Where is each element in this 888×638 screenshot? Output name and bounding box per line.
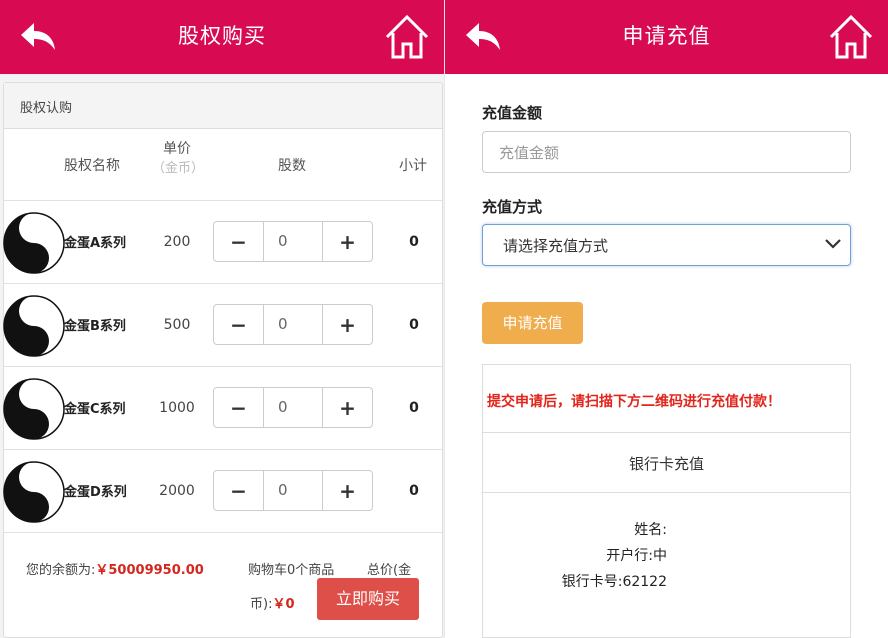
yin-yang-logo-icon (3, 212, 65, 274)
home-icon[interactable] (828, 13, 874, 61)
item-price: 1000 (159, 400, 195, 416)
item-subtotal: 0 (409, 400, 419, 416)
apply-recharge-button[interactable]: 申请充值 (482, 302, 583, 344)
item-name: 金蛋B系列 (64, 319, 126, 334)
item-price: 500 (163, 317, 191, 333)
col-price-unit: （金币） (152, 161, 205, 176)
yin-yang-logo-icon (3, 378, 65, 440)
quantity-stepper: − 0 + (213, 470, 373, 511)
quantity-input[interactable]: 0 (263, 388, 323, 427)
yin-yang-logo-icon (3, 461, 65, 523)
plus-button[interactable]: + (323, 471, 372, 510)
bank-branch: 开户行:中 (606, 548, 667, 564)
total-text: 币):￥0 (250, 593, 295, 612)
minus-button[interactable]: − (214, 471, 263, 510)
equity-purchase-screen: 股权购买 股权认购 股权名称 单价 （金币） 股数 小计 金蛋A系列 200 −… (0, 0, 444, 638)
yin-yang-logo-icon (3, 295, 65, 357)
table-row: 金蛋B系列 500 − 0 + 0 (3, 284, 442, 367)
col-subtotal: 小计 (399, 158, 427, 174)
amount-input[interactable]: 充值金额 (482, 131, 851, 173)
item-name: 金蛋A系列 (64, 236, 127, 251)
cart-count: 购物车0个商品 (248, 563, 335, 578)
total-label-part2: 币): (250, 597, 273, 612)
col-price: 单价 （金币） (152, 139, 205, 179)
plus-button[interactable]: + (323, 388, 372, 427)
item-price: 2000 (159, 483, 195, 499)
item-name: 金蛋C系列 (64, 402, 126, 417)
minus-button[interactable]: − (214, 222, 263, 261)
item-subtotal: 0 (409, 317, 419, 333)
col-qty: 股数 (278, 158, 306, 174)
total-value: ￥0 (272, 597, 295, 612)
equity-card: 股权认购 股权名称 单价 （金币） 股数 小计 金蛋A系列 200 − 0 + (3, 82, 443, 638)
header-bar: 申请充值 (445, 0, 888, 74)
method-label: 充值方式 (482, 198, 543, 216)
bank-card-title: 银行卡充值 (483, 433, 850, 493)
quantity-stepper: − 0 + (213, 304, 373, 345)
card-number: 银行卡号:62122 (561, 574, 667, 590)
recharge-info-box: 提交申请后，请扫描下方二维码进行充值付款！ 银行卡充值 姓名: 开户行:中 银行… (482, 364, 851, 638)
buy-now-button[interactable]: 立即购买 (317, 578, 419, 620)
method-select[interactable]: 请选择充值方式 (482, 224, 851, 266)
col-name: 股权名称 (64, 158, 120, 174)
home-icon[interactable] (384, 13, 430, 61)
page-title: 申请充值 (622, 24, 711, 48)
balance-text: 您的余额为:￥50009950.00 (26, 559, 204, 578)
table-header: 股权名称 单价 （金币） 股数 小计 (4, 129, 442, 201)
account-name: 姓名: (634, 522, 667, 538)
notice-text: 提交申请后，请扫描下方二维码进行充值付款！ (483, 365, 850, 433)
section-title: 股权认购 (4, 83, 442, 129)
cart-footer: 您的余额为:￥50009950.00 购物车0个商品 总价(金 币):￥0 立即… (4, 531, 442, 637)
balance-value: ￥50009950.00 (95, 563, 204, 578)
item-subtotal: 0 (409, 234, 419, 250)
quantity-stepper: − 0 + (213, 221, 373, 262)
amount-label: 充值金额 (482, 104, 543, 122)
balance-label: 您的余额为: (26, 563, 96, 578)
quantity-stepper: − 0 + (213, 387, 373, 428)
page-title: 股权购买 (178, 24, 266, 48)
chevron-down-icon (825, 239, 841, 249)
quantity-input[interactable]: 0 (263, 471, 323, 510)
header-bar: 股权购买 (0, 0, 444, 74)
table-row: 金蛋D系列 2000 − 0 + 0 (3, 450, 442, 533)
minus-button[interactable]: − (214, 305, 263, 344)
table-row: 金蛋C系列 1000 − 0 + 0 (3, 367, 442, 450)
quantity-input[interactable]: 0 (263, 305, 323, 344)
recharge-screen: 申请充值 充值金额 充值金额 充值方式 请选择充值方式 申请充值 提交申请后，请… (444, 0, 888, 638)
minus-button[interactable]: − (214, 388, 263, 427)
table-row: 金蛋A系列 200 − 0 + 0 (3, 201, 442, 284)
plus-button[interactable]: + (323, 222, 372, 261)
item-subtotal: 0 (409, 483, 419, 499)
plus-button[interactable]: + (323, 305, 372, 344)
method-selected-value: 请选择充值方式 (503, 237, 609, 255)
col-price-label: 单价 (163, 141, 191, 157)
total-label-part1: 总价(金 (367, 563, 412, 578)
item-name: 金蛋D系列 (64, 485, 127, 500)
item-price: 200 (163, 234, 191, 250)
bank-details: 姓名: 开户行:中 银行卡号:62122 (483, 493, 850, 611)
quantity-input[interactable]: 0 (263, 222, 323, 261)
